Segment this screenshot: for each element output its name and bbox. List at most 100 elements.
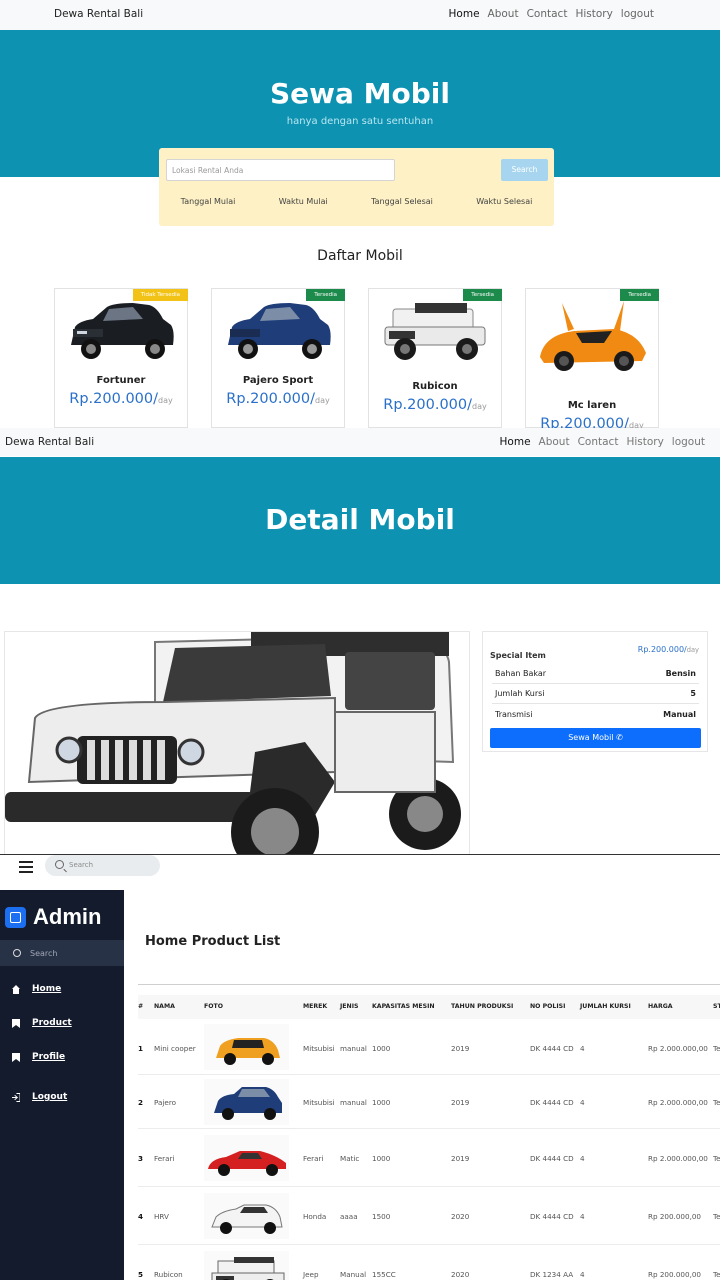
- cell-no: 2: [138, 1098, 144, 1107]
- table-row[interactable]: 1 Mini cooper Mitsubisi manual 1000 2019…: [138, 1019, 720, 1075]
- start-time-field[interactable]: Waktu Mulai: [279, 197, 328, 206]
- spec-row-transmission: Transmisi Manual: [492, 704, 699, 724]
- cell-brand: Honda: [303, 1212, 327, 1221]
- sidebar-item-label: Logout: [32, 1092, 68, 1102]
- table-row[interactable]: 4 HRV Honda aaaa 1500 2020 DK 4444 CD 4 …: [138, 1187, 720, 1245]
- cell-name: Ferari: [154, 1154, 175, 1163]
- cell-price: Rp 200.000,00: [648, 1212, 701, 1221]
- navbar: Dewa Rental Bali Home About Contact Hist…: [0, 428, 720, 456]
- car-card[interactable]: Tersedia Rubicon Rp.200.000/day: [368, 288, 502, 428]
- column-header: NAMA: [154, 1003, 175, 1010]
- cell-seats: 4: [580, 1098, 585, 1107]
- car-card[interactable]: Tersedia Mc laren Rp.200.000/day: [525, 288, 659, 428]
- start-date-field[interactable]: Tanggal Mulai: [181, 197, 236, 206]
- price-value: Rp.200.000/: [226, 391, 316, 407]
- nav-about[interactable]: About: [488, 8, 519, 20]
- table-row[interactable]: 2 Pajero Mitsubisi manual 1000 2019 DK 4…: [138, 1075, 720, 1129]
- cell-engine: 1500: [372, 1212, 391, 1221]
- spec-heading: Special Item: [490, 651, 546, 660]
- car-price: Rp.200.000/day: [369, 397, 501, 413]
- cell-no: 4: [138, 1212, 144, 1221]
- sidebar-item-logout[interactable]: Logout: [12, 1092, 67, 1102]
- admin-sidebar: Admin Search Home Product Profile Logout: [0, 890, 124, 1280]
- end-date-field[interactable]: Tanggal Selesai: [371, 197, 433, 206]
- sidebar-item-product[interactable]: Product: [12, 1018, 72, 1028]
- cell-price: Rp 2.000.000,00: [648, 1098, 708, 1107]
- bookmark-icon: [12, 1052, 20, 1062]
- end-time-field[interactable]: Waktu Selesai: [476, 197, 532, 206]
- search-button[interactable]: Search: [501, 159, 548, 181]
- car-photo: [384, 303, 486, 360]
- location-input[interactable]: Lokasi Rental Anda: [166, 159, 395, 181]
- nav-logout[interactable]: logout: [672, 436, 705, 448]
- table-row[interactable]: 3 Ferari Ferari Matic 1000 2019 DK 4444 …: [138, 1129, 720, 1187]
- car-name: Rubicon: [412, 381, 458, 392]
- column-header: FOTO: [204, 1003, 223, 1010]
- cell-status: Te: [713, 1044, 720, 1053]
- nav-about[interactable]: About: [539, 436, 570, 448]
- cell-price: Rp 200.000,00: [648, 1270, 701, 1279]
- sidebar-item-home[interactable]: Home: [12, 984, 61, 994]
- table-row[interactable]: 5 Rubicon Jeep Manual 155CC 2020 DK 1234…: [138, 1245, 720, 1280]
- cell-no: 5: [138, 1270, 144, 1279]
- cell-year: 2019: [451, 1098, 470, 1107]
- cell-year: 2019: [451, 1044, 470, 1053]
- nav-history[interactable]: History: [626, 436, 663, 448]
- hero-title: Sewa Mobil: [269, 77, 450, 110]
- search-placeholder: Search: [30, 949, 58, 958]
- hero-banner: Detail Mobil: [0, 457, 720, 584]
- nav-home[interactable]: Home: [500, 436, 531, 448]
- sidebar-search-input[interactable]: Search: [0, 940, 124, 966]
- nav-links: Home About Contact History logout: [500, 436, 705, 448]
- sidebar-item-profile[interactable]: Profile: [12, 1052, 65, 1062]
- nav-contact[interactable]: Contact: [527, 8, 568, 20]
- cell-year: 2019: [451, 1154, 470, 1163]
- price-unit: day: [472, 402, 487, 411]
- menu-icon[interactable]: [19, 861, 33, 873]
- cell-plate: DK 1234 AA: [530, 1270, 574, 1279]
- nav-home[interactable]: Home: [449, 8, 480, 20]
- admin-screenshot: Search Admin Search Home Product Profile…: [0, 854, 720, 1280]
- car-card[interactable]: Tersedia Pajero Sport Rp.200.000/day: [211, 288, 345, 428]
- brand-link[interactable]: Dewa Rental Bali: [54, 8, 143, 20]
- product-photo: [204, 1024, 289, 1070]
- page-title: Home Product List: [145, 934, 281, 949]
- nav-history[interactable]: History: [575, 8, 612, 20]
- column-header: #: [138, 1003, 144, 1010]
- cell-seats: 4: [580, 1212, 585, 1221]
- car-name: Fortuner: [96, 375, 146, 386]
- column-header: JENIS: [340, 1003, 359, 1010]
- car-photo-large: [4, 631, 470, 854]
- rent-car-button[interactable]: Sewa Mobil ✆: [490, 728, 701, 748]
- nav-contact[interactable]: Contact: [578, 436, 619, 448]
- cell-price: Rp 2.000.000,00: [648, 1044, 708, 1053]
- nav-links: Home About Contact History logout: [449, 8, 654, 20]
- search-placeholder: Search: [69, 861, 94, 869]
- spec-value: Bensin: [665, 669, 696, 678]
- product-photo: [204, 1079, 289, 1125]
- bookmark-icon: [12, 1018, 20, 1028]
- date-time-labels: Tanggal Mulai Waktu Mulai Tanggal Selesa…: [159, 197, 554, 206]
- cell-engine: 1000: [372, 1098, 391, 1107]
- cell-seats: 4: [580, 1270, 585, 1279]
- price-value: Rp.200.000/: [540, 416, 630, 428]
- brand-link[interactable]: Dewa Rental Bali: [5, 436, 94, 448]
- cell-year: 2020: [451, 1212, 470, 1221]
- cell-price: Rp 2.000.000,00: [648, 1154, 708, 1163]
- topbar-search-input[interactable]: Search: [45, 855, 160, 876]
- car-detail-screenshot: Dewa Rental Bali Home About Contact Hist…: [0, 428, 720, 854]
- spec-value: Manual: [663, 709, 696, 719]
- whatsapp-icon: ✆: [616, 733, 623, 742]
- cell-engine: 155CC: [372, 1270, 396, 1279]
- admin-main: Home Product List # NAMA FOTO MEREK JENI…: [124, 890, 720, 1280]
- spec-price: Rp.200.000/day: [638, 645, 699, 654]
- nav-logout[interactable]: logout: [621, 8, 654, 20]
- logout-icon: [12, 1092, 20, 1102]
- cell-engine: 1000: [372, 1044, 391, 1053]
- car-card[interactable]: Tidak Tersedia Fortuner Rp.200.000/day: [54, 288, 188, 428]
- cell-name: Mini cooper: [154, 1044, 196, 1053]
- column-header: JUMLAH KURSI: [580, 1003, 631, 1010]
- car-name: Mc laren: [567, 400, 617, 411]
- sidebar-title: Admin: [33, 904, 102, 929]
- search-icon: [55, 860, 64, 869]
